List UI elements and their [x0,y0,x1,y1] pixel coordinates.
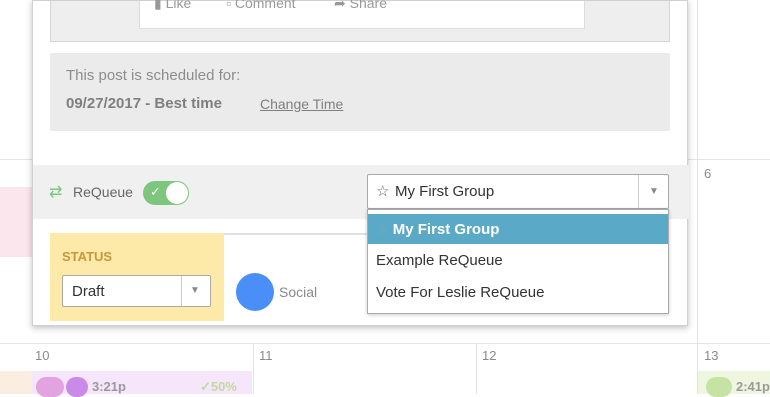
rss-icon [66,377,88,397]
group-option[interactable]: ☆ My First Group [368,214,668,244]
calendar-row-divider [0,343,770,344]
star-icon: ☆ [376,183,390,200]
mail-icon [706,377,732,397]
requeue-label: ReQueue [73,184,133,200]
event-percent: ✓50% [200,379,237,394]
social-avatar[interactable] [236,273,274,311]
tab-divider [224,233,368,235]
share-action: ➦ Share [334,0,387,12]
select-divider [181,276,182,306]
comment-label: Comment [234,0,296,11]
post-preview: ▮ Like ▫ Comment ➦ Share [50,0,670,42]
calendar-col-divider [697,0,698,394]
check-icon: ✓ [150,184,161,199]
status-value: Draft [72,283,105,300]
star-icon: ☆ [376,221,389,237]
group-select[interactable]: ☆ My First Group ▼ [367,174,669,209]
shuffle-icon: ⇄ [49,184,63,201]
group-option-label: My First Group [392,221,500,238]
share-icon: ➦ [334,0,346,11]
day-number-11: 11 [259,348,273,363]
requeue-toggle[interactable]: ✓ [143,181,189,205]
event-avatar [36,377,64,397]
status-panel: STATUS Draft ▼ [50,233,224,321]
preview-card: ▮ Like ▫ Comment ➦ Share [139,0,585,29]
calendar-event-strip [0,187,32,257]
group-dropdown-list: ☆ My First Group Example ReQueue Vote Fo… [367,209,669,314]
comment-action: ▫ Comment [226,0,296,11]
status-heading: STATUS [62,249,113,264]
chevron-down-icon: ▼ [190,285,200,296]
calendar-col-divider [253,343,254,394]
calendar-event[interactable]: 3:21p ✓50% [32,371,252,397]
event-time: 3:21p [92,379,126,394]
social-label: Social [279,284,318,300]
chevron-down-icon: ▼ [649,186,659,197]
day-number-12: 12 [482,348,497,363]
change-time-link[interactable]: Change Time [260,96,343,112]
day-number-13: 13 [704,348,719,363]
thumbs-up-icon: ▮ [154,0,162,11]
group-select-value: My First Group [395,183,495,200]
day-number-10: 10 [35,348,50,363]
status-select[interactable]: Draft ▼ [62,275,211,307]
schedule-heading: This post is scheduled for: [66,67,241,84]
scheduled-date: 09/27/2017 - Best time [66,95,222,112]
group-option[interactable]: Vote For Leslie ReQueue [368,278,668,308]
calendar-event[interactable]: 2:41p [698,371,770,397]
like-label: Like [165,0,192,11]
schedule-panel: This post is scheduled for: 09/27/2017 -… [50,53,670,131]
like-action: ▮ Like [154,0,191,12]
event-time: 2:41p [736,379,770,394]
day-number-6: 6 [704,166,712,181]
toggle-knob [166,182,188,204]
group-option[interactable]: Example ReQueue [368,246,668,276]
calendar-col-divider [476,343,477,394]
select-divider [638,175,639,208]
calendar-event-strip [0,371,32,394]
comment-icon: ▫ [226,0,231,11]
share-label: Share [349,0,387,11]
